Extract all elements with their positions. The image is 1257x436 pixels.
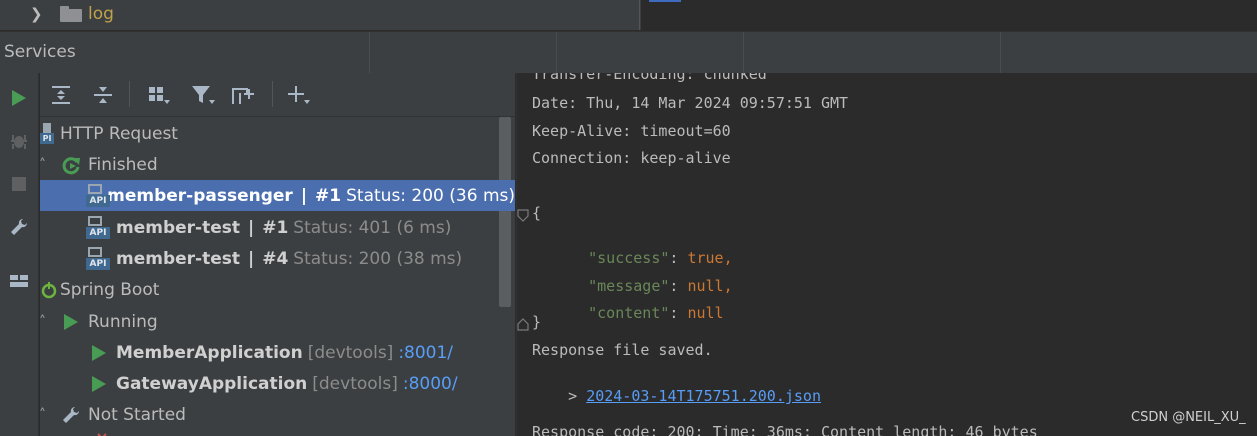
request-name: member-test	[116, 217, 240, 238]
json-line-content: "content": null	[552, 286, 724, 340]
services-tree-panel: PI HTTP Request ˄ Finished API member-pa…	[39, 73, 515, 436]
output-line: Transfer-Encoding: chunked	[532, 73, 767, 83]
wrench-icon[interactable]	[8, 216, 30, 238]
folder-icon	[60, 6, 82, 22]
chevron-right-icon[interactable]: ❯	[30, 5, 54, 23]
json-value: null	[687, 304, 724, 322]
tree-node-label: Finished	[88, 154, 158, 175]
app-port-link[interactable]: :8001/	[398, 343, 453, 363]
output-line: Response code: 200; Time: 36ms; Content …	[532, 423, 1038, 436]
expand-all-icon[interactable]	[48, 82, 74, 108]
services-title: Services	[4, 42, 76, 62]
app-tag: [devtools]	[312, 373, 398, 394]
app-row[interactable]: GatewayApplication [devtools] :8000/	[40, 368, 495, 399]
fold-close-icon[interactable]	[517, 316, 529, 331]
services-toolbar	[40, 73, 515, 117]
folder-label: log	[88, 4, 114, 24]
tree-node-finished[interactable]: ˄ Finished	[39, 149, 495, 180]
api-icon: API	[86, 215, 110, 240]
tree-node-label: Spring Boot	[60, 279, 160, 300]
new-tab-icon[interactable]	[230, 82, 256, 108]
tree-node-http-request[interactable]: PI HTTP Request	[40, 118, 495, 149]
request-name: member-test	[116, 248, 240, 269]
app-row[interactable]: MemberApplication [devtools] :8001/	[40, 337, 495, 368]
wrench-icon	[60, 404, 82, 426]
tree-node-label: Not Started	[88, 404, 186, 425]
request-run: #1	[315, 185, 342, 206]
output-line: Keep-Alive: timeout=60	[532, 122, 731, 140]
header-divider	[743, 32, 744, 74]
editor-strip	[641, 0, 1257, 30]
output-line-file: > 2024-03-14T175751.200.json	[532, 369, 821, 423]
chevron-down-icon[interactable]: ˄	[39, 407, 46, 423]
header-divider	[369, 32, 370, 74]
response-file-link[interactable]: 2024-03-14T175751.200.json	[586, 387, 821, 405]
http-api-icon: PI	[40, 122, 56, 145]
toolbar-separator	[129, 81, 130, 107]
tree-node-running[interactable]: ˄ Running	[39, 306, 495, 337]
app-port-link[interactable]: :8000/	[403, 374, 458, 394]
tree-node-label: HTTP Request	[60, 123, 178, 144]
header-divider	[556, 32, 557, 74]
request-status: Status: 200 (36 ms)	[346, 185, 515, 206]
run-icon	[90, 342, 108, 364]
json-colon: :	[669, 304, 688, 322]
prompt-symbol: >	[568, 387, 578, 405]
output-line: Connection: keep-alive	[532, 149, 731, 167]
output-line: Response file saved.	[532, 341, 713, 359]
json-key: "content"	[588, 304, 670, 322]
project-tree-strip: ❯ log	[0, 0, 560, 30]
chevron-down-icon[interactable]: ˄	[39, 157, 46, 173]
collapse-all-icon[interactable]	[90, 82, 116, 108]
request-run: #4	[262, 248, 289, 269]
run-icon	[90, 373, 108, 395]
request-name: member-passenger	[107, 185, 293, 206]
refresh-icon	[60, 154, 82, 176]
request-separator: |	[248, 248, 255, 269]
run-icon	[62, 311, 80, 333]
app-tag: [devtools]	[307, 342, 394, 363]
folder-row-log[interactable]: ❯ log	[30, 2, 114, 26]
stop-icon[interactable]	[8, 173, 30, 195]
top-divider-area	[560, 0, 640, 30]
request-separator: |	[248, 217, 255, 238]
error-icon	[96, 429, 108, 436]
spring-boot-icon	[40, 279, 58, 301]
response-output-panel[interactable]: Transfer-Encoding: chunked Date: Thu, 14…	[516, 73, 1257, 436]
request-row[interactable]: API member-test | #4 Status: 200 (38 ms)	[40, 243, 495, 274]
request-separator: |	[300, 185, 308, 206]
services-header: Services	[0, 31, 1257, 74]
group-icon[interactable]	[146, 82, 172, 108]
add-icon[interactable]	[286, 82, 312, 108]
request-status: Status: 401 (6 ms)	[293, 217, 452, 238]
request-row[interactable]: API member-passenger | #1 Status: 200 (3…	[40, 180, 515, 211]
app-name: GatewayApplication	[116, 373, 308, 394]
editor-tab-indicator	[649, 0, 681, 2]
fold-open-icon[interactable]	[517, 207, 529, 222]
tool-gutter	[0, 73, 39, 436]
tree-node-spring-boot[interactable]: Spring Boot	[40, 274, 495, 305]
request-status: Status: 200 (38 ms)	[293, 248, 463, 269]
filter-icon[interactable]	[190, 82, 216, 108]
chevron-down-icon[interactable]: ˄	[39, 314, 46, 330]
app-name: MemberApplication	[116, 342, 303, 363]
api-icon: API	[86, 183, 110, 208]
tree-node-label: Running	[88, 311, 158, 332]
layout-icon[interactable]	[8, 270, 30, 292]
json-brace-close: }	[532, 313, 542, 331]
json-brace-open: {	[532, 204, 542, 222]
output-line: Date: Thu, 14 Mar 2024 09:57:51 GMT	[532, 94, 849, 112]
request-run: #1	[262, 217, 289, 238]
debug-icon[interactable]	[8, 130, 30, 152]
tree-node-not-started[interactable]: ˄ Not Started	[39, 399, 495, 430]
request-row[interactable]: API member-test | #1 Status: 401 (6 ms)	[40, 212, 495, 243]
run-icon[interactable]	[8, 87, 30, 109]
api-icon: API	[86, 246, 110, 271]
tree-scrollbar[interactable]	[499, 117, 511, 307]
toolbar-separator	[272, 81, 273, 107]
watermark: CSDN @NEIL_XU_	[1131, 410, 1246, 425]
header-divider	[1000, 32, 1001, 74]
